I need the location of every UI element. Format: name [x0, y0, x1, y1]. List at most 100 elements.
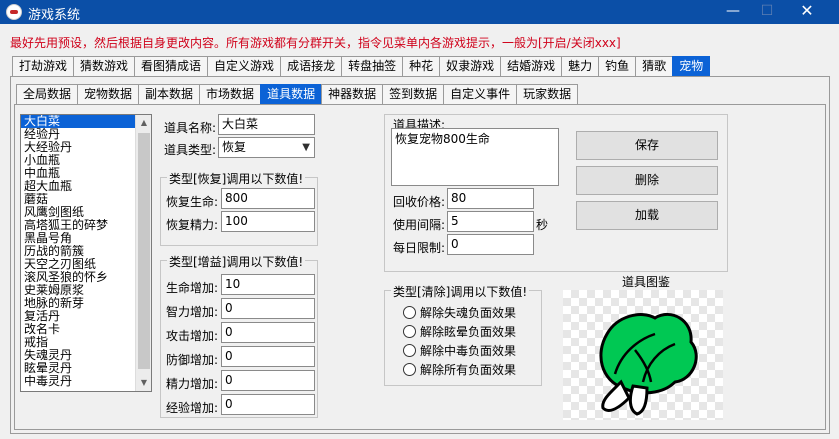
tab-pet-data[interactable]: 宠物数据	[77, 84, 140, 104]
list-item[interactable]: 失魂灵丹	[21, 349, 137, 362]
restore-mp-input[interactable]: 100	[221, 211, 315, 232]
tab-wheel-draw[interactable]: 转盘抽签	[341, 56, 404, 76]
maximize-icon[interactable]: ☐	[750, 0, 784, 24]
buff-group-title: 类型[增益]调用以下数值!	[167, 253, 306, 270]
delete-button[interactable]: 删除	[576, 166, 718, 195]
restore-hp-input[interactable]: 800	[221, 188, 315, 209]
save-button[interactable]: 保存	[576, 131, 718, 160]
list-item[interactable]: 改名卡	[21, 323, 137, 336]
close-icon[interactable]: ✕	[790, 0, 824, 24]
clear-all-radio[interactable]: 解除所有负面效果	[403, 361, 516, 378]
tab-guess-number[interactable]: 猜数游戏	[73, 56, 136, 76]
buff-def-label: 防御增加:	[166, 353, 219, 367]
list-scrollbar[interactable]: ▲ ▼	[135, 115, 151, 391]
tab-custom-event[interactable]: 自定义事件	[443, 84, 518, 104]
list-item[interactable]: 黑晶号角	[21, 232, 137, 245]
tab-rob-game[interactable]: 打劫游戏	[12, 56, 75, 76]
window-title: 游戏系统	[28, 8, 81, 23]
list-item[interactable]: 史莱姆原浆	[21, 284, 137, 297]
item-list: 大白菜 经验丹 大经验丹 小血瓶 中血瓶 超大血瓶 蘑菇 风鹰剑图纸 高塔狐王的…	[21, 115, 137, 388]
scroll-up-icon[interactable]: ▲	[136, 115, 151, 131]
list-item[interactable]: 戒指	[21, 336, 137, 349]
scroll-down-icon[interactable]: ▼	[136, 375, 151, 391]
tab-slave-game[interactable]: 奴隶游戏	[439, 56, 502, 76]
radio-circle-icon	[403, 325, 416, 338]
item-type-select[interactable]: 恢复 ▼	[218, 137, 315, 158]
list-item[interactable]: 风鹰剑图纸	[21, 206, 137, 219]
restore-group-title: 类型[恢复]调用以下数值!	[167, 170, 306, 187]
main-tab-bar: 打劫游戏 猜数游戏 看图猜成语 自定义游戏 成语接龙 转盘抽签 种花 奴隶游戏 …	[12, 56, 711, 76]
list-item[interactable]: 大经验丹	[21, 141, 137, 154]
buff-def-input[interactable]: 0	[221, 346, 315, 367]
item-type-label: 道具类型:	[164, 143, 217, 157]
app-icon	[6, 4, 22, 20]
tab-fishing[interactable]: 钓鱼	[598, 56, 637, 76]
sub-tab-bar: 全局数据 宠物数据 副本数据 市场数据 道具数据 神器数据 签到数据 自定义事件…	[16, 84, 579, 104]
tab-guess-idiom[interactable]: 看图猜成语	[134, 56, 209, 76]
list-item[interactable]: 地脉的新芽	[21, 297, 137, 310]
tab-item-data[interactable]: 道具数据	[260, 84, 323, 104]
item-listbox[interactable]: 大白菜 经验丹 大经验丹 小血瓶 中血瓶 超大血瓶 蘑菇 风鹰剑图纸 高塔狐王的…	[20, 114, 152, 392]
cabbage-icon	[599, 312, 698, 416]
description-textarea[interactable]: 恢复宠物800生命	[391, 128, 559, 186]
buff-exp-label: 经验增加:	[166, 401, 219, 415]
tab-plant-flower[interactable]: 种花	[402, 56, 441, 76]
tab-artifact-data[interactable]: 神器数据	[321, 84, 384, 104]
preview-label: 道具图鉴	[622, 275, 671, 289]
buff-atk-label: 攻击增加:	[166, 329, 219, 343]
clear-lost-soul-label: 解除失魂负面效果	[420, 306, 517, 320]
buff-mp-input[interactable]: 0	[221, 370, 315, 391]
chevron-down-icon: ▼	[302, 142, 310, 153]
tab-marriage-game[interactable]: 结婚游戏	[500, 56, 563, 76]
tab-idiom-chain[interactable]: 成语接龙	[280, 56, 343, 76]
sell-price-input[interactable]: 80	[447, 188, 534, 209]
tab-player-data[interactable]: 玩家数据	[516, 84, 579, 104]
clear-lost-soul-radio[interactable]: 解除失魂负面效果	[403, 304, 516, 321]
daily-limit-input[interactable]: 0	[447, 234, 534, 255]
list-item[interactable]: 大白菜	[21, 115, 137, 128]
buff-int-input[interactable]: 0	[221, 298, 315, 319]
list-item[interactable]: 历战的箭簇	[21, 245, 137, 258]
item-type-value: 恢复	[222, 140, 247, 154]
item-name-input[interactable]: 大白菜	[218, 114, 315, 135]
list-item[interactable]: 天空之刃图纸	[21, 258, 137, 271]
item-preview	[563, 290, 723, 420]
list-item[interactable]: 中毒灵丹	[21, 375, 137, 388]
list-item[interactable]: 复活丹	[21, 310, 137, 323]
list-item[interactable]: 滚风圣狼的怀乡	[21, 271, 137, 284]
list-item[interactable]: 超大血瓶	[21, 180, 137, 193]
radio-circle-icon	[403, 344, 416, 357]
radio-circle-icon	[403, 306, 416, 319]
clear-poison-radio[interactable]: 解除中毒负面效果	[403, 342, 516, 359]
clear-poison-label: 解除中毒负面效果	[420, 344, 517, 358]
clear-dizzy-radio[interactable]: 解除眩晕负面效果	[403, 323, 516, 340]
buff-hp-input[interactable]: 10	[221, 274, 315, 295]
minimize-icon[interactable]: —	[716, 0, 750, 24]
load-button[interactable]: 加载	[576, 201, 718, 230]
buff-atk-input[interactable]: 0	[221, 322, 315, 343]
list-item[interactable]: 蘑菇	[21, 193, 137, 206]
restore-mp-label: 恢复精力:	[166, 218, 219, 232]
clear-dizzy-label: 解除眩晕负面效果	[420, 325, 517, 339]
tab-signin-data[interactable]: 签到数据	[382, 84, 445, 104]
radio-circle-icon	[403, 363, 416, 376]
tab-guess-song[interactable]: 猜歌	[635, 56, 674, 76]
list-item[interactable]: 经验丹	[21, 128, 137, 141]
buff-exp-input[interactable]: 0	[221, 394, 315, 415]
list-item[interactable]: 高塔狐王的碎梦	[21, 219, 137, 232]
list-item[interactable]: 中血瓶	[21, 167, 137, 180]
scroll-thumb[interactable]	[138, 133, 150, 369]
use-interval-input[interactable]: 5	[447, 211, 534, 232]
tab-charm[interactable]: 魅力	[561, 56, 600, 76]
tab-market-data[interactable]: 市场数据	[199, 84, 262, 104]
tab-global-data[interactable]: 全局数据	[16, 84, 79, 104]
tab-dungeon-data[interactable]: 副本数据	[138, 84, 201, 104]
tab-pet[interactable]: 宠物	[672, 56, 711, 76]
clear-all-label: 解除所有负面效果	[420, 363, 517, 377]
title-bar: 游戏系统 — ☐ ✕	[0, 0, 839, 24]
tab-custom-game[interactable]: 自定义游戏	[207, 56, 282, 76]
buff-hp-label: 生命增加:	[166, 281, 219, 295]
list-item[interactable]: 眩晕灵丹	[21, 362, 137, 375]
daily-limit-label: 每日限制:	[393, 241, 446, 255]
list-item[interactable]: 小血瓶	[21, 154, 137, 167]
